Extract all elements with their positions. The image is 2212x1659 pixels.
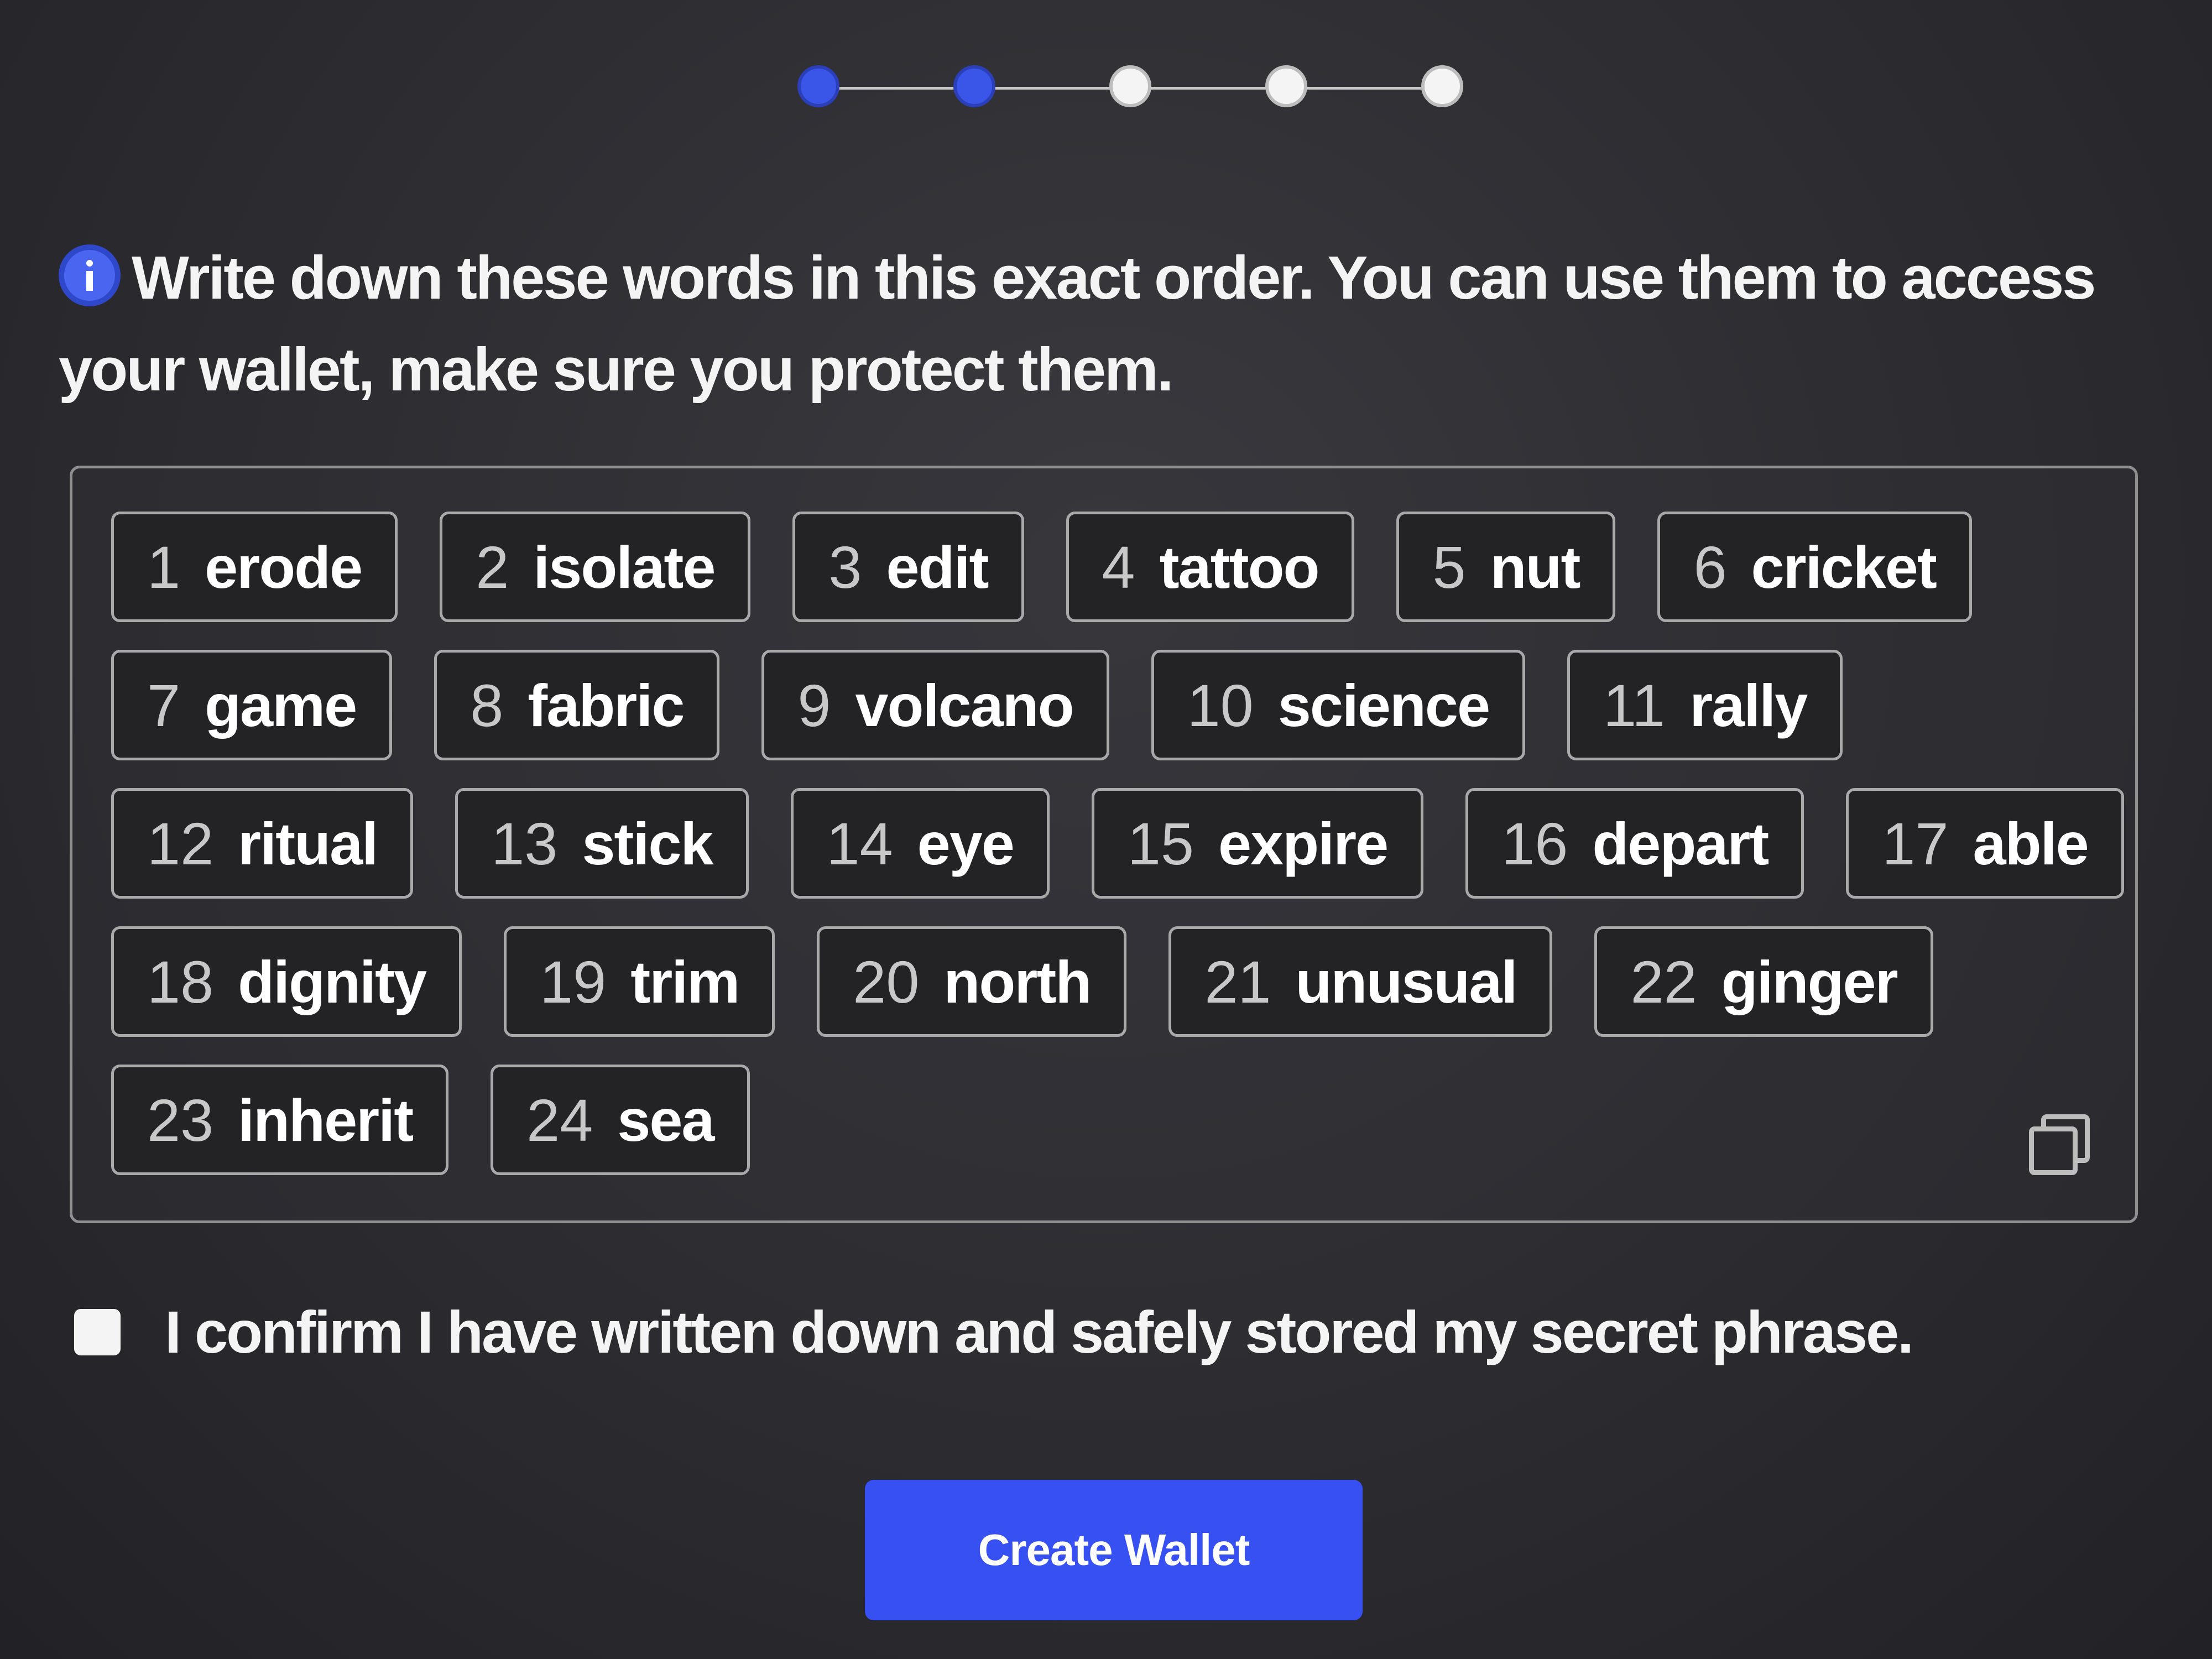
word-number: 11 xyxy=(1603,671,1666,739)
word-text: tattoo xyxy=(1159,533,1320,601)
step-5-dot xyxy=(1421,65,1463,107)
word-text: cricket xyxy=(1751,533,1937,601)
phrase-word-chip: 23 inherit xyxy=(111,1065,449,1175)
word-text: depart xyxy=(1592,810,1769,877)
step-4-dot xyxy=(1265,65,1307,107)
word-text: edit xyxy=(886,533,989,601)
word-text: ginger xyxy=(1721,948,1898,1015)
phrase-word-chip: 7 game xyxy=(111,650,393,760)
phrase-word-chip: 6 cricket xyxy=(1657,512,1972,622)
word-number: 9 xyxy=(797,671,831,739)
phrase-word-chip: 1 erode xyxy=(111,512,398,622)
step-connector xyxy=(1304,87,1426,90)
phrase-word-chip: 22 ginger xyxy=(1594,926,1933,1037)
word-row: 18 dignity 19 trim 20 north 21 unusual 22 gin… xyxy=(111,926,1933,1037)
word-text: unusual xyxy=(1295,948,1517,1015)
word-number: 20 xyxy=(853,948,920,1015)
word-number: 15 xyxy=(1127,810,1194,877)
word-row: 1 erode 2 isolate 3 edit 4 tattoo 5 nut 6 cric… xyxy=(111,512,1972,622)
step-connector xyxy=(1148,87,1270,90)
word-text: ritual xyxy=(238,810,378,877)
phrase-word-chip: 10 science xyxy=(1151,650,1526,760)
word-number: 1 xyxy=(147,533,181,601)
phrase-word-chip: 14 eye xyxy=(790,788,1050,899)
word-text: able xyxy=(1973,810,2089,877)
confirm-row[interactable]: I confirm I have written down and safely… xyxy=(74,1297,1914,1366)
phrase-word-chip: 3 edit xyxy=(792,512,1024,622)
word-number: 22 xyxy=(1630,948,1697,1015)
word-text: trim xyxy=(630,948,740,1015)
word-number: 19 xyxy=(540,948,607,1015)
word-text: inherit xyxy=(238,1086,414,1154)
word-text: erode xyxy=(205,533,363,601)
instruction-text: Write down these words in this exact ord… xyxy=(59,244,2096,404)
word-number: 23 xyxy=(147,1086,214,1154)
word-text: volcano xyxy=(855,671,1074,739)
word-number: 16 xyxy=(1501,810,1568,877)
phrase-word-chip: 19 trim xyxy=(504,926,775,1037)
word-number: 17 xyxy=(1882,810,1949,877)
phrase-word-chip: 2 isolate xyxy=(440,512,751,622)
phrase-word-chip: 21 unusual xyxy=(1168,926,1553,1037)
word-number: 5 xyxy=(1432,533,1466,601)
word-row: 23 inherit 24 sea xyxy=(111,1065,750,1175)
word-number: 14 xyxy=(826,810,893,877)
word-text: science xyxy=(1277,671,1490,739)
word-text: game xyxy=(205,671,357,739)
word-text: eye xyxy=(917,810,1015,877)
word-row: 7 game 8 fabric 9 volcano 10 science 11 rally xyxy=(111,650,1843,760)
word-text: expire xyxy=(1218,810,1389,877)
word-number: 13 xyxy=(491,810,558,877)
word-number: 2 xyxy=(476,533,509,601)
word-text: north xyxy=(943,948,1092,1015)
word-text: nut xyxy=(1490,533,1581,601)
phrase-word-chip: 13 stick xyxy=(455,788,749,899)
copy-icon[interactable] xyxy=(2029,1114,2090,1175)
word-number: 6 xyxy=(1693,533,1727,601)
word-number: 12 xyxy=(147,810,214,877)
word-number: 7 xyxy=(147,671,181,739)
step-connector xyxy=(836,87,958,90)
word-number: 3 xyxy=(828,533,862,601)
word-text: dignity xyxy=(238,948,427,1015)
word-text: stick xyxy=(582,810,713,877)
phrase-word-chip: 4 tattoo xyxy=(1066,512,1355,622)
word-row: 12 ritual 13 stick 14 eye 15 expire 16 depart… xyxy=(111,788,2124,899)
word-text: isolate xyxy=(533,533,716,601)
phrase-word-chip: 16 depart xyxy=(1465,788,1804,899)
phrase-word-chip: 9 volcano xyxy=(761,650,1109,760)
step-connector xyxy=(992,87,1114,90)
wallet-setup-page: Write down these words in this exact ord… xyxy=(0,0,2212,1659)
secret-phrase-panel: 1 erode 2 isolate 3 edit 4 tattoo 5 nut 6 cric… xyxy=(70,466,2138,1223)
phrase-word-chip: 17 able xyxy=(1846,788,2124,899)
word-number: 21 xyxy=(1204,948,1271,1015)
word-number: 4 xyxy=(1102,533,1135,601)
word-text: rally xyxy=(1689,671,1808,739)
step-2-dot xyxy=(953,65,995,107)
word-number: 8 xyxy=(470,671,504,739)
step-1-dot xyxy=(797,65,839,107)
word-text: sea xyxy=(617,1086,714,1154)
phrase-word-chip: 8 fabric xyxy=(434,650,720,760)
word-number: 10 xyxy=(1187,671,1254,739)
word-number: 24 xyxy=(526,1086,593,1154)
word-text: fabric xyxy=(528,671,685,739)
phrase-word-chip: 18 dignity xyxy=(111,926,462,1037)
instruction-text-block: Write down these words in this exact ord… xyxy=(59,232,2160,416)
phrase-word-chip: 20 north xyxy=(817,926,1127,1037)
phrase-word-chip: 24 sea xyxy=(491,1065,750,1175)
word-number: 18 xyxy=(147,948,214,1015)
phrase-word-chip: 12 ritual xyxy=(111,788,414,899)
progress-stepper xyxy=(797,65,1463,112)
confirm-label: I confirm I have written down and safely… xyxy=(165,1298,1914,1365)
phrase-word-chip: 5 nut xyxy=(1396,512,1616,622)
copy-icon-front xyxy=(2029,1126,2078,1175)
step-3-dot xyxy=(1109,65,1151,107)
info-icon xyxy=(59,244,121,306)
phrase-word-chip: 15 expire xyxy=(1091,788,1424,899)
create-wallet-button[interactable]: Create Wallet xyxy=(865,1480,1363,1620)
phrase-word-chip: 11 rally xyxy=(1567,650,1843,760)
confirm-checkbox[interactable] xyxy=(74,1308,121,1355)
